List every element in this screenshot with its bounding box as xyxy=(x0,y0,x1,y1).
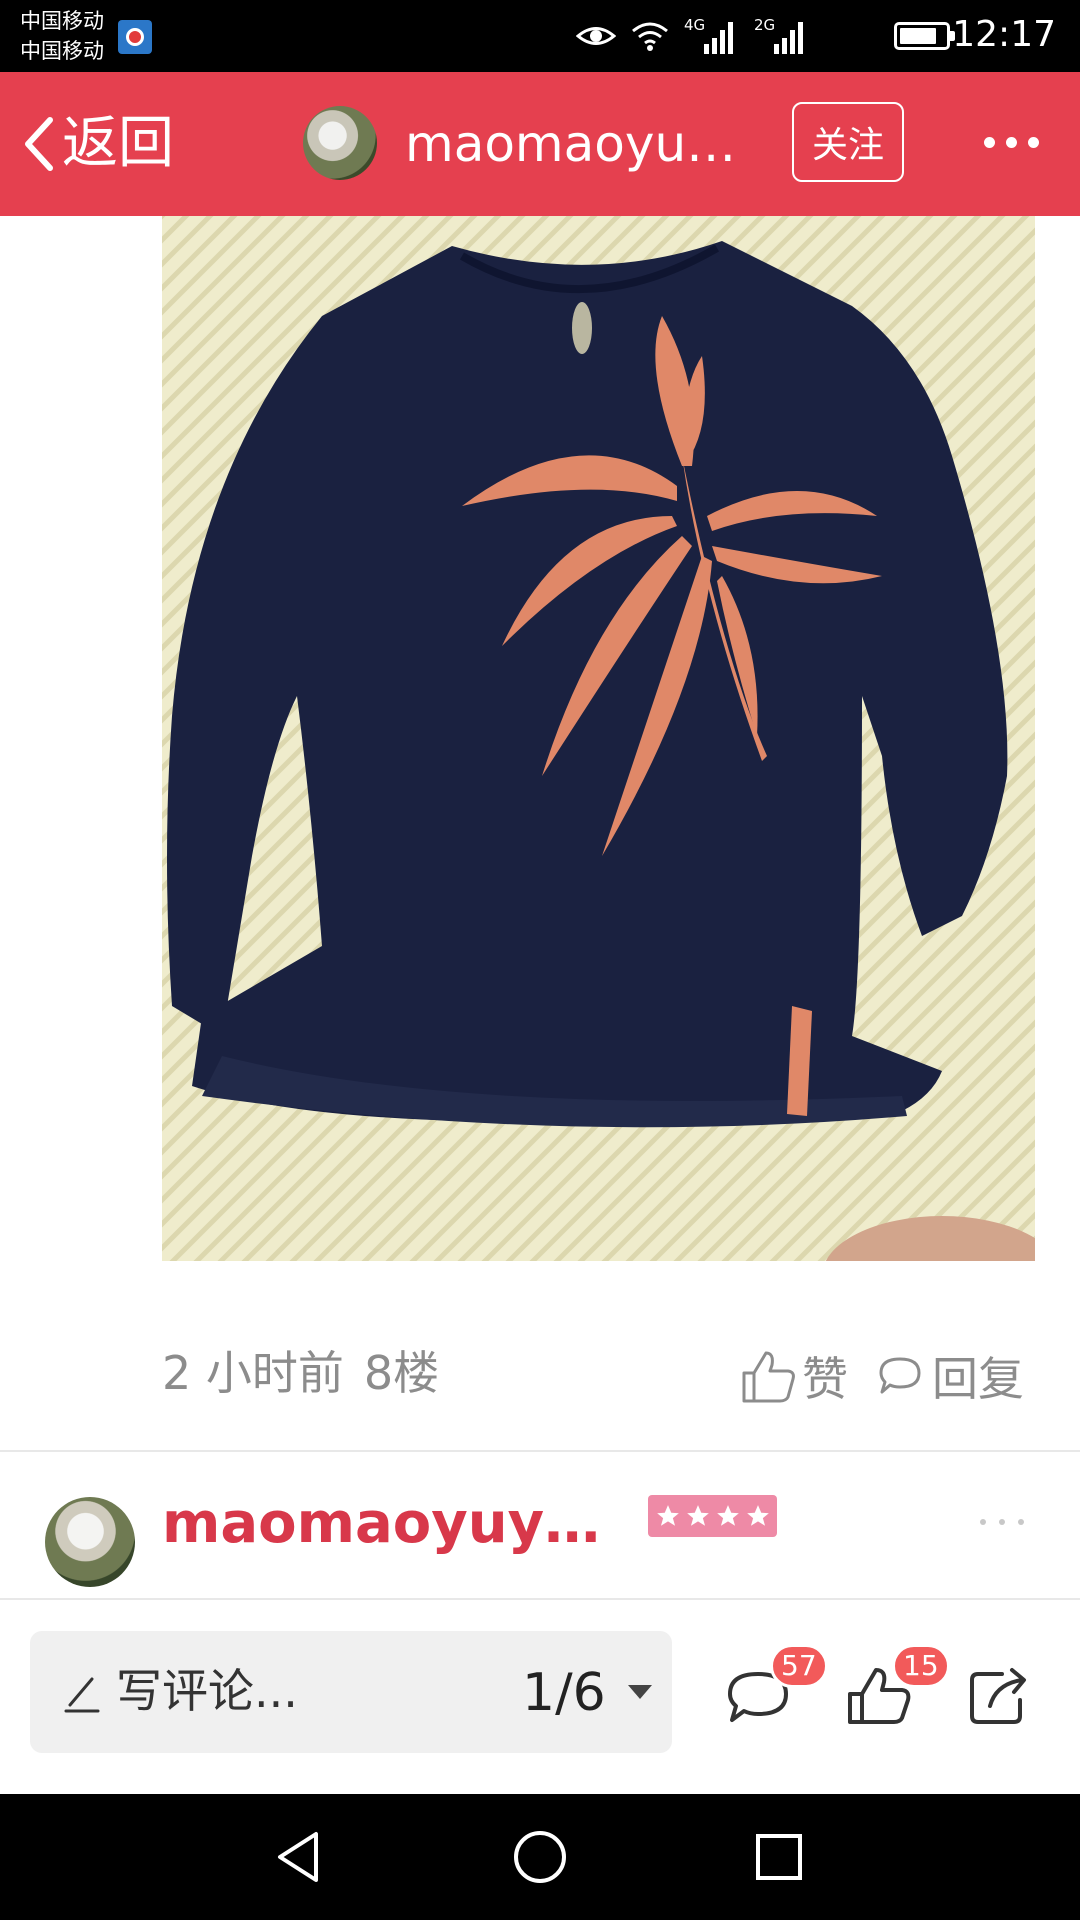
post-photo[interactable] xyxy=(162,216,1035,1261)
commenter-avatar[interactable] xyxy=(45,1497,135,1587)
like-button[interactable]: 赞 xyxy=(740,1340,848,1412)
reply-label: 回复 xyxy=(932,1352,1024,1406)
carrier-label-1: 中国移动 xyxy=(20,9,104,33)
divider xyxy=(0,1450,1080,1452)
comment-icon xyxy=(879,1357,921,1394)
status-bar: 中国移动 中国移动 4G 2G 12:17 xyxy=(0,0,1080,72)
back-chevron-icon xyxy=(25,117,53,171)
nav-recents-icon[interactable] xyxy=(746,1824,812,1890)
divider xyxy=(0,1598,1080,1600)
post-time: 2 小时前 xyxy=(162,1346,344,1400)
carrier-label-2: 中国移动 xyxy=(20,39,104,63)
app-notification-icon xyxy=(118,20,152,54)
star-icon xyxy=(686,1505,709,1526)
star-icon xyxy=(746,1505,769,1526)
post-floor: 8楼 xyxy=(363,1346,440,1400)
more-icon[interactable] xyxy=(976,112,1046,172)
signal-icon-1: 4G xyxy=(684,16,740,56)
thumbs-up-icon xyxy=(742,1351,795,1403)
follow-button[interactable]: 关注 xyxy=(792,102,904,182)
author-name[interactable]: maomaoyuyu... xyxy=(405,110,765,178)
comment-input[interactable]: 写评论... 1/6 xyxy=(30,1631,672,1753)
post-more-icon[interactable] xyxy=(980,1510,1024,1534)
like-label: 赞 xyxy=(802,1352,848,1406)
user-level-badge xyxy=(648,1495,777,1537)
like-count-badge: 15 xyxy=(892,1644,950,1688)
back-button[interactable]: 返回 xyxy=(20,106,174,182)
share-icon[interactable] xyxy=(962,1660,1034,1732)
eye-icon xyxy=(576,27,616,45)
comment-count-badge: 57 xyxy=(770,1644,828,1688)
back-label: 返回 xyxy=(62,111,174,176)
status-icons: 4G 2G xyxy=(576,14,810,58)
comment-placeholder: 写评论... xyxy=(116,1664,298,1718)
post-meta: 2 小时前 8楼 xyxy=(162,1340,439,1406)
pencil-icon xyxy=(64,1677,100,1713)
page-indicator[interactable]: 1/6 xyxy=(522,1657,606,1729)
nav-home-icon[interactable] xyxy=(507,1824,573,1890)
dropdown-caret-icon[interactable] xyxy=(628,1685,652,1699)
battery-icon xyxy=(894,22,955,50)
reply-button[interactable]: 回复 xyxy=(878,1340,1024,1412)
system-nav-bar xyxy=(0,1794,1080,1920)
nav-back-icon[interactable] xyxy=(268,1824,334,1890)
top-header: 返回 maomaoyuyu... 关注 xyxy=(0,72,1080,216)
star-icon xyxy=(656,1505,679,1526)
star-icon xyxy=(716,1505,739,1526)
commenter-name[interactable]: maomaoyuyu7... xyxy=(162,1488,632,1560)
clock: 12:17 xyxy=(952,14,1056,55)
signal-icon-2: 2G xyxy=(754,16,810,56)
wifi-icon xyxy=(632,22,668,51)
author-avatar[interactable] xyxy=(303,106,377,180)
